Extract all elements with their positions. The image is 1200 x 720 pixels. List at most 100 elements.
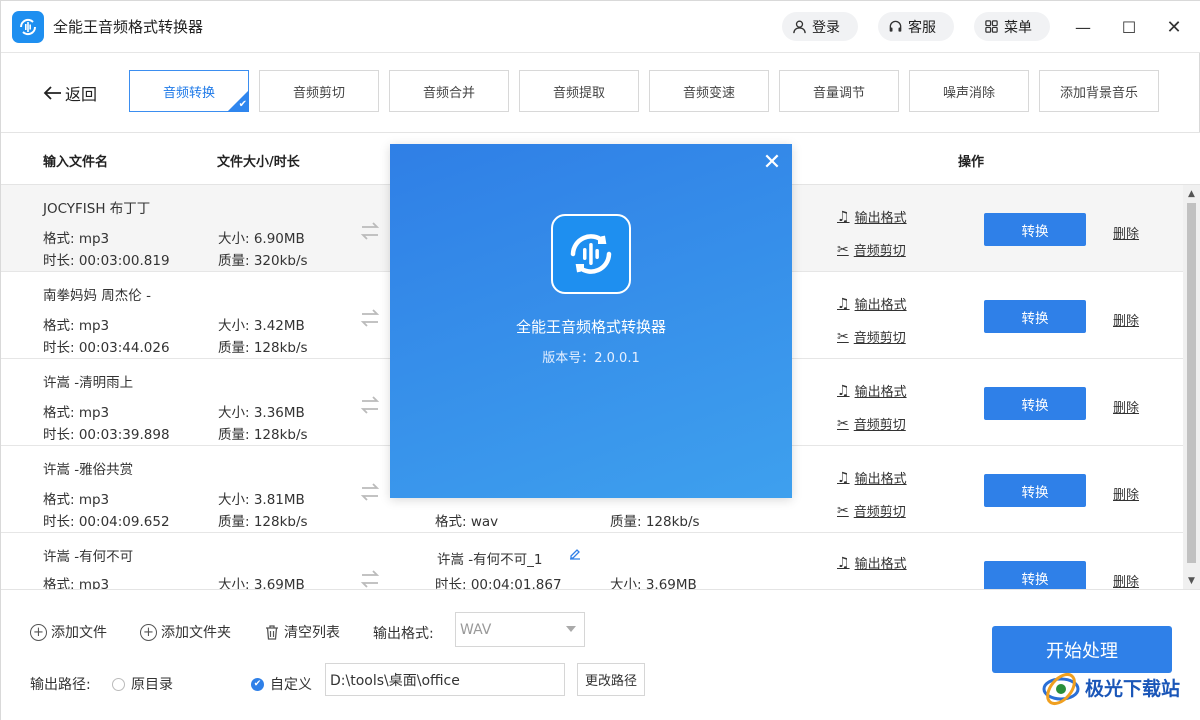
output-format-label: 输出格式: xyxy=(373,626,434,642)
watermark-logo-icon xyxy=(1042,672,1080,706)
splash-app-title: 全能王音频格式转换器 xyxy=(515,318,666,336)
output-format-link[interactable]: ♫ 输出格式 xyxy=(837,294,907,314)
tab-audio-convert[interactable]: 音频转换 ✔ xyxy=(129,70,249,112)
headset-icon xyxy=(889,20,902,32)
convert-button[interactable]: 转换 xyxy=(984,213,1086,246)
output-format-link[interactable]: ♫ 输出格式 xyxy=(837,468,907,488)
delete-link[interactable]: 删除 xyxy=(1113,484,1139,503)
change-path-button[interactable]: 更改路径 xyxy=(577,663,645,696)
output-format-link[interactable]: ♫ 输出格式 xyxy=(837,553,907,573)
header-size-duration: 文件大小/时长 xyxy=(217,155,300,170)
file-quality: 质量: 128kb/s xyxy=(218,514,308,530)
tab-audio-cut[interactable]: 音频剪切 xyxy=(259,70,379,112)
plus-circle-icon: + xyxy=(140,623,157,641)
minimize-button[interactable]: — xyxy=(1071,15,1095,39)
tab-volume-adjust[interactable]: 音量调节 xyxy=(779,70,899,112)
file-size: 大小: 3.81MB xyxy=(218,492,305,508)
swap-arrows-icon xyxy=(360,570,380,588)
delete-link[interactable]: 删除 xyxy=(1113,397,1139,416)
tab-noise-removal[interactable]: 噪声消除 xyxy=(909,70,1029,112)
audio-cut-label: 音频剪切 xyxy=(853,505,906,520)
back-label: 返回 xyxy=(65,85,98,104)
tab-audio-merge[interactable]: 音频合并 xyxy=(389,70,509,112)
output-format-label: 输出格式 xyxy=(854,472,907,487)
scissors-icon: ✂ xyxy=(837,241,849,258)
convert-button[interactable]: 转换 xyxy=(984,561,1086,589)
tab-add-background-music[interactable]: 添加背景音乐 xyxy=(1039,70,1159,112)
add-file-button[interactable]: + 添加文件 xyxy=(30,622,107,642)
convert-button[interactable]: 转换 xyxy=(984,387,1086,420)
delete-link[interactable]: 删除 xyxy=(1113,310,1139,329)
table-row[interactable]: 许嵩 -有何不可 格式: mp3 大小: 3.69MB 许嵩 -有何不可_1 时… xyxy=(1,533,1183,589)
watermark-text: 极光下载站 xyxy=(1085,677,1181,700)
vertical-scrollbar[interactable]: ▲ ▼ xyxy=(1183,185,1200,589)
tab-label: 音频合并 xyxy=(422,85,475,101)
clear-list-label: 清空列表 xyxy=(284,625,340,641)
output-format-label: 输出格式 xyxy=(854,211,907,226)
output-format-select[interactable]: WAV xyxy=(455,612,585,647)
audio-cut-link[interactable]: ✂ 音频剪切 xyxy=(837,501,906,521)
customer-service-button[interactable]: 客服 xyxy=(878,12,954,41)
header-actions: 操作 xyxy=(958,155,985,170)
audio-cut-link[interactable]: ✂ 音频剪切 xyxy=(837,327,906,347)
swap-arrows-icon xyxy=(360,222,380,240)
tab-audio-speed[interactable]: 音频变速 xyxy=(649,70,769,112)
splash-version: 版本号：2.0.0.1 xyxy=(542,351,640,366)
clear-list-button[interactable]: 清空列表 xyxy=(264,622,340,642)
audio-cut-label: 音频剪切 xyxy=(853,244,906,259)
login-label: 登录 xyxy=(812,19,840,36)
radio-original-dir[interactable]: 原目录 xyxy=(112,674,173,694)
title-bar: 全能王音频格式转换器 登录 客服 菜单 — ☐ ✕ xyxy=(1,1,1200,53)
file-size: 大小: 3.69MB xyxy=(218,577,305,589)
app-logo-icon xyxy=(12,11,44,43)
file-size: 大小: 6.90MB xyxy=(218,231,305,247)
tab-label: 音量调节 xyxy=(812,85,865,101)
radio-unchecked-icon xyxy=(112,677,125,691)
scroll-up-icon[interactable]: ▲ xyxy=(1183,185,1200,202)
file-name: JOCYFISH 布丁丁 xyxy=(43,201,151,217)
output-path-label: 输出路径: xyxy=(30,677,91,693)
output-format-link[interactable]: ♫ 输出格式 xyxy=(837,207,907,227)
delete-link[interactable]: 删除 xyxy=(1113,571,1139,589)
swap-arrows-icon xyxy=(360,396,380,414)
audio-cut-link[interactable]: ✂ 音频剪切 xyxy=(837,414,906,434)
chevron-down-icon xyxy=(566,626,576,632)
radio-custom-dir[interactable]: ✔ 自定义 xyxy=(251,674,312,694)
watermark: 极光下载站 xyxy=(1041,663,1191,711)
back-button[interactable]: 返回 xyxy=(43,81,97,105)
file-size: 大小: 3.42MB xyxy=(218,318,305,334)
file-quality: 质量: 320kb/s xyxy=(218,253,308,269)
add-folder-label: 添加文件夹 xyxy=(161,625,231,641)
file-duration: 时长: 00:03:39.898 xyxy=(43,427,170,443)
convert-button[interactable]: 转换 xyxy=(984,474,1086,507)
file-name: 南拳妈妈 周杰伦 - xyxy=(43,288,151,304)
audio-cut-link[interactable]: ✂ 音频剪切 xyxy=(837,240,906,260)
add-folder-button[interactable]: + 添加文件夹 xyxy=(140,622,231,642)
login-button[interactable]: 登录 xyxy=(782,12,858,41)
output-file-format: 格式: wav xyxy=(435,514,499,530)
file-format: 格式: mp3 xyxy=(43,405,110,421)
output-format-label: 输出格式 xyxy=(854,557,907,572)
scissors-icon: ✂ xyxy=(837,502,849,519)
splash-close-button[interactable]: ✕ xyxy=(761,152,783,174)
tab-label: 音频剪切 xyxy=(292,85,345,101)
file-quality: 质量: 128kb/s xyxy=(218,427,308,443)
menu-button[interactable]: 菜单 xyxy=(974,12,1050,41)
output-format-link[interactable]: ♫ 输出格式 xyxy=(837,381,907,401)
arrow-left-icon xyxy=(43,86,61,100)
close-button[interactable]: ✕ xyxy=(1162,15,1186,39)
output-file-quality: 质量: 128kb/s xyxy=(610,514,700,530)
file-duration: 时长: 00:03:00.819 xyxy=(43,253,170,269)
scroll-thumb[interactable] xyxy=(1187,203,1196,563)
delete-link[interactable]: 删除 xyxy=(1113,223,1139,242)
scroll-down-icon[interactable]: ▼ xyxy=(1183,572,1200,589)
output-format-label: 输出格式 xyxy=(854,298,907,313)
edit-icon[interactable] xyxy=(568,547,582,561)
tab-label: 噪声消除 xyxy=(942,85,995,101)
output-path-field[interactable]: D:\tools\桌面\office xyxy=(325,663,565,696)
audio-cut-label: 音频剪切 xyxy=(853,331,906,346)
maximize-button[interactable]: ☐ xyxy=(1117,15,1141,39)
convert-button[interactable]: 转换 xyxy=(984,300,1086,333)
radio-checked-icon: ✔ xyxy=(251,677,264,691)
tab-audio-extract[interactable]: 音频提取 xyxy=(519,70,639,112)
